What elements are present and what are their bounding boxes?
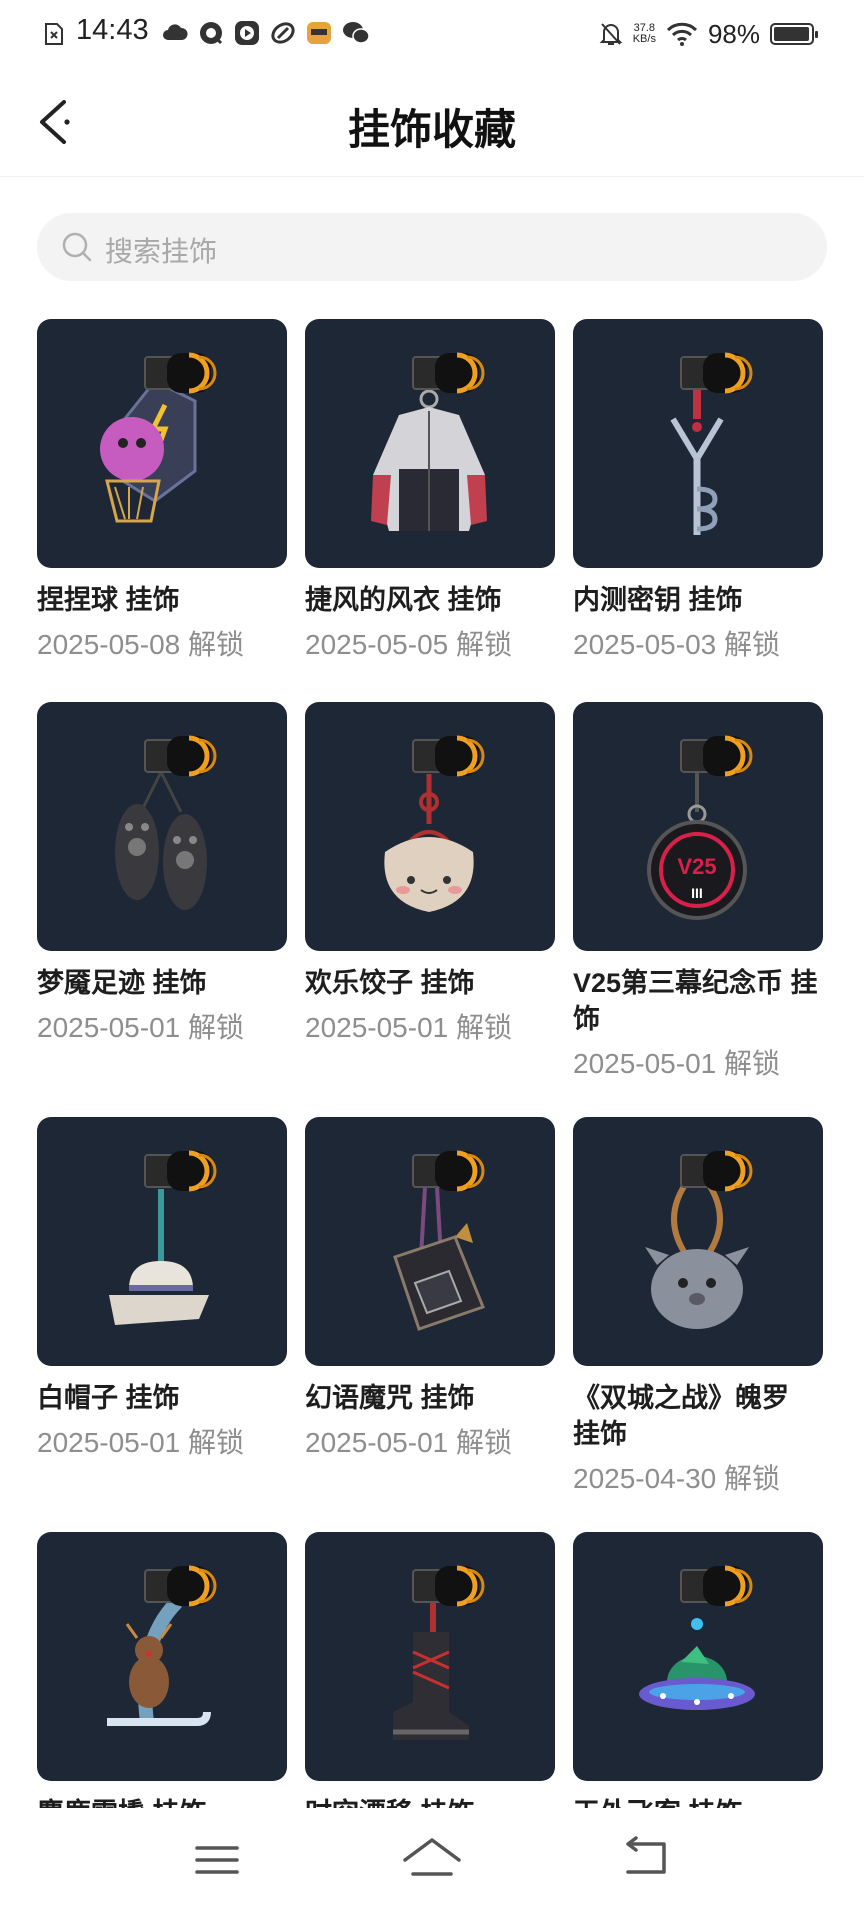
battery-icon: [770, 23, 818, 45]
charm-hat-image: [109, 1150, 217, 1325]
system-nav-bar: [0, 1808, 864, 1920]
charm-dumpling-image: [384, 735, 485, 912]
status-bar: 14:43 37.8 KB/s 98%: [0, 0, 864, 68]
back-icon[interactable]: [600, 1830, 690, 1890]
unlock-date: 2025-05-08 解锁: [37, 629, 245, 660]
browser-icon: [200, 22, 223, 45]
charm-book-image: [393, 1150, 485, 1331]
charm-boots-image: [115, 735, 217, 910]
charm-card[interactable]: 天外飞客 挂饰: [573, 1532, 823, 1831]
charm-clip: [412, 1150, 485, 1192]
charm-thumbnail: [305, 1532, 555, 1781]
charm-clip: [144, 352, 217, 394]
charm-card[interactable]: 麋鹿雪橇 挂饰: [37, 1532, 287, 1831]
charm-jacket-image: [371, 352, 487, 531]
charm-card[interactable]: 捏捏球 挂饰 2025-05-08 解锁: [37, 319, 287, 662]
charm-thumbnail: [37, 1117, 287, 1366]
sim-card-icon: [45, 23, 63, 45]
unlock-date: 2025-05-01 解锁: [37, 1012, 245, 1043]
page-title: 挂饰收藏: [347, 106, 516, 153]
charm-card[interactable]: 欢乐饺子 挂饰 2025-05-01 解锁: [305, 702, 555, 1045]
charm-thumbnail: [305, 702, 555, 951]
charm-boot-image: [393, 1565, 485, 1740]
menu-icon[interactable]: [172, 1830, 262, 1890]
charm-card[interactable]: 幻语魔咒 挂饰 2025-05-01 解锁: [305, 1117, 555, 1460]
charm-thumbnail: [37, 319, 287, 568]
charm-key-image: [670, 352, 753, 535]
charm-clip: [412, 1565, 485, 1607]
coin-sub-label: III: [691, 885, 703, 901]
charm-thumbnail: [305, 1117, 555, 1366]
app-header: 挂饰收藏: [0, 68, 864, 177]
charm-thumbnail: [573, 1532, 823, 1781]
clock: 14:43: [76, 14, 149, 46]
charm-card[interactable]: 捷风的风衣 挂饰 2025-05-05 解锁: [305, 319, 555, 662]
charm-thumbnail: V25 III: [573, 702, 823, 951]
charm-clip: [144, 735, 217, 777]
charm-thumbnail: [573, 1117, 823, 1366]
charm-thumbnail: [305, 319, 555, 568]
charm-card[interactable]: 梦魇足迹 挂饰 2025-05-01 解锁: [37, 702, 287, 1045]
charm-thumbnail: [37, 702, 287, 951]
unlock-date: 2025-05-05 解锁: [305, 629, 513, 660]
unlock-date: 2025-05-01 解锁: [37, 1427, 245, 1458]
game-app-icon: [307, 22, 331, 44]
charm-thumbnail: [37, 1532, 287, 1781]
unlock-date: 2025-04-30 解锁: [573, 1463, 781, 1494]
link-app-icon: [271, 22, 295, 44]
home-icon[interactable]: [387, 1830, 477, 1890]
charm-clip: [412, 352, 485, 394]
wifi-icon: [666, 22, 698, 46]
charm-clip: [680, 352, 753, 394]
charm-card[interactable]: 白帽子 挂饰 2025-05-01 解锁: [37, 1117, 287, 1460]
charm-card[interactable]: 《双城之战》魄罗 挂饰 2025-04-30 解锁: [573, 1117, 823, 1496]
charm-thumbnail: [573, 319, 823, 568]
charm-name: 捷风的风衣 挂饰: [305, 585, 502, 615]
unlock-date: 2025-05-01 解锁: [305, 1012, 513, 1043]
charm-ufo-image: [639, 1565, 755, 1710]
wechat-icon: [343, 22, 370, 44]
charm-ball-image: [100, 352, 217, 523]
search-input[interactable]: 搜索挂饰: [37, 213, 827, 281]
charm-name: 捏捏球 挂饰: [37, 585, 180, 615]
charm-clip: [144, 1150, 217, 1192]
coin-label: V25: [677, 854, 716, 879]
network-speed: 37.8 KB/s: [633, 23, 656, 45]
charm-name: 《双城之战》魄罗 挂饰: [573, 1383, 789, 1449]
charm-card[interactable]: V25 III V25第三幕纪念币 挂饰 2025-05-01 解锁: [573, 702, 823, 1081]
charm-clip: [680, 1565, 753, 1607]
cloud-icon: [163, 24, 188, 40]
charm-name: 梦魇足迹 挂饰: [37, 968, 207, 998]
charm-card[interactable]: 时空漂移 挂饰: [305, 1532, 555, 1831]
charm-clip: [412, 735, 485, 777]
charm-clip: [680, 735, 753, 777]
charm-clip: [680, 1150, 753, 1192]
charm-name: 幻语魔咒 挂饰: [305, 1383, 475, 1413]
unlock-date: 2025-05-03 解锁: [573, 629, 781, 660]
search-icon: [62, 232, 92, 262]
unlock-date: 2025-05-01 解锁: [573, 1048, 781, 1079]
charm-name: V25第三幕纪念币 挂饰: [573, 968, 818, 1034]
charm-name: 欢乐饺子 挂饰: [305, 968, 475, 998]
charm-name: 白帽子 挂饰: [37, 1383, 180, 1413]
network-speed-unit: KB/s: [632, 33, 656, 45]
battery-percent: 98%: [707, 18, 760, 49]
charm-name: 内测密钥 挂饰: [573, 585, 743, 615]
unlock-date: 2025-05-01 解锁: [305, 1427, 513, 1458]
search-placeholder: 搜索挂饰: [105, 236, 218, 267]
charm-card[interactable]: 内测密钥 挂饰 2025-05-03 解锁: [573, 319, 823, 662]
charm-clip: [144, 1565, 217, 1607]
mute-bell-icon: [599, 23, 623, 45]
charm-sled-image: [107, 1565, 217, 1726]
video-app-icon: [235, 21, 259, 45]
charm-poro-image: [645, 1150, 753, 1329]
charm-coin-image: V25 III: [647, 735, 753, 920]
